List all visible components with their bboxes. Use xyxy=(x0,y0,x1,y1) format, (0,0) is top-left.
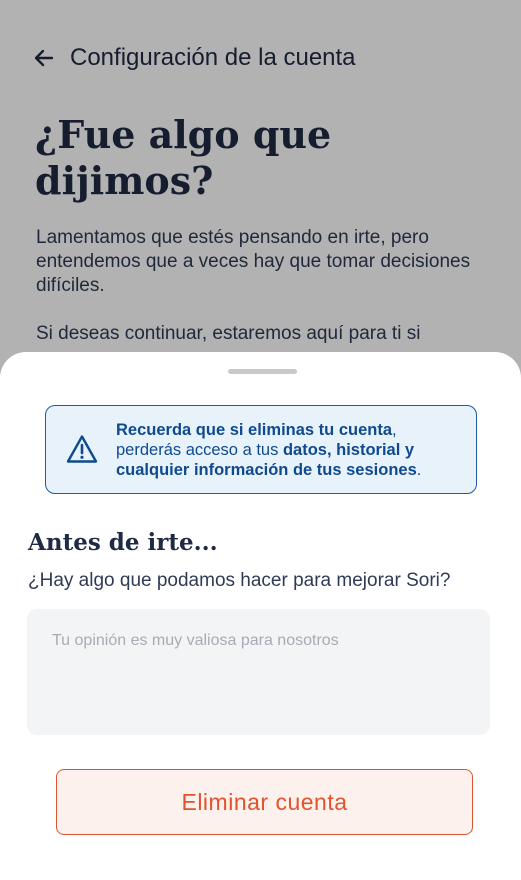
sheet-drag-handle[interactable] xyxy=(228,369,297,374)
warning-text-comma: , xyxy=(392,421,397,439)
warning-triangle-icon xyxy=(66,434,98,464)
feedback-input[interactable] xyxy=(27,609,490,735)
warning-text-emphasis: Recuerda que si eliminas tu cuenta xyxy=(116,421,393,439)
section-title: Antes de irte... xyxy=(28,529,218,556)
warning-alert: Recuerda que si eliminas tu cuenta, perd… xyxy=(45,405,477,494)
delete-account-bottom-sheet: Recuerda que si eliminas tu cuenta, perd… xyxy=(0,352,521,880)
warning-text: Recuerda que si eliminas tu cuenta, perd… xyxy=(116,420,466,480)
delete-account-button[interactable]: Eliminar cuenta xyxy=(56,769,473,835)
warning-text-plain: perderás acceso a tus xyxy=(116,441,283,459)
warning-text-period: . xyxy=(416,461,422,479)
section-subtitle: ¿Hay algo que podamos hacer para mejorar… xyxy=(28,570,451,591)
